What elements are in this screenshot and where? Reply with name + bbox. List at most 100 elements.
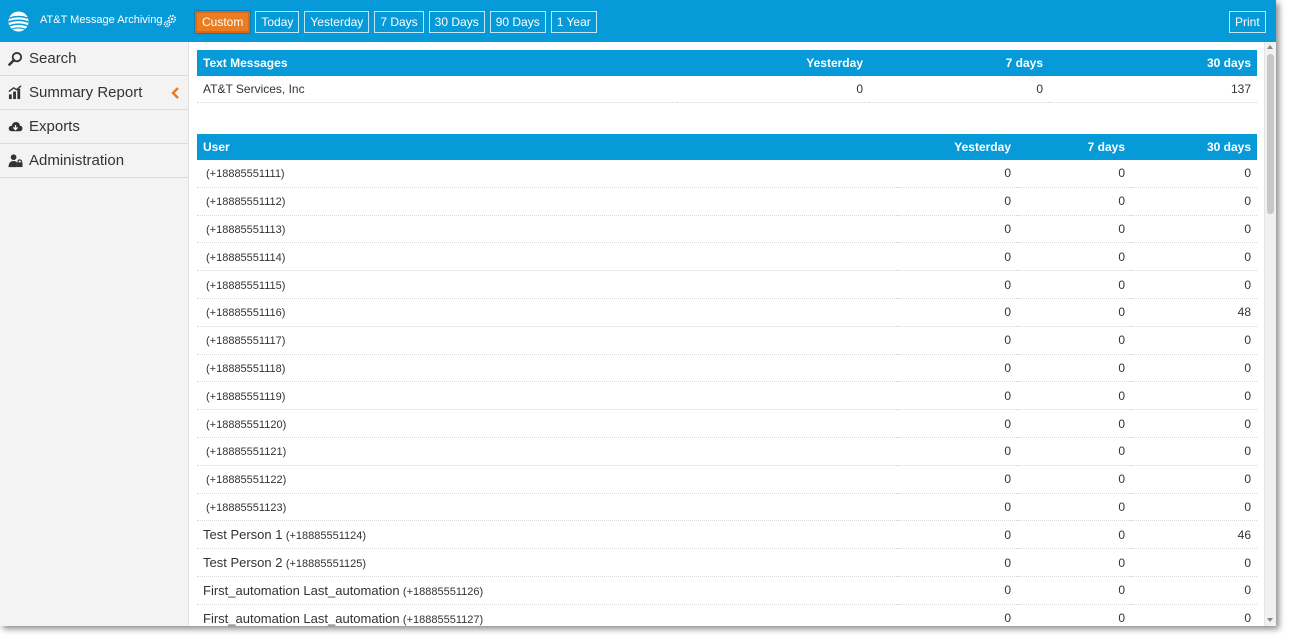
user-phone: (+18885551118) <box>206 362 286 375</box>
table-row[interactable]: Test Person 1 (+18885551124) 0 0 46 <box>197 520 1257 550</box>
30-days-cell: 0 <box>1131 465 1257 494</box>
table-row[interactable]: (+18885551118) 0 0 0 <box>197 354 1257 383</box>
user-phone: (+18885551113) <box>206 223 286 236</box>
scroll-down-arrow-icon[interactable] <box>1267 618 1273 622</box>
user-cell: (+18885551122) <box>197 465 897 494</box>
7-days-cell: 0 <box>1017 381 1131 411</box>
user-cell: (+18885551118) <box>197 354 897 383</box>
user-cell: (+18885551119) <box>197 381 897 411</box>
settings-gear-icon[interactable] <box>162 13 178 29</box>
7-days-cell: 0 <box>1017 604 1131 626</box>
range-7-days-button[interactable]: 7 Days <box>374 11 424 33</box>
app-title: AT&T Message Archiving <box>40 14 163 26</box>
user-cell: (+18885551112) <box>197 187 897 216</box>
table-row[interactable]: (+18885551113) 0 0 0 <box>197 215 1257 244</box>
date-range-buttons: Custom Today Yesterday 7 Days 30 Days 90… <box>195 11 597 33</box>
column-header[interactable]: Yesterday <box>677 50 869 76</box>
user-cell: (+18885551123) <box>197 493 897 522</box>
scrollbar-thumb[interactable] <box>1267 54 1274 214</box>
column-header[interactable]: 30 days <box>1131 134 1257 160</box>
column-header[interactable]: Yesterday <box>897 134 1017 160</box>
sidebar-item-administration[interactable]: Administration <box>0 144 188 178</box>
user-cell: (+18885551113) <box>197 215 897 244</box>
vertical-scrollbar[interactable] <box>1264 42 1276 626</box>
30-days-cell: 0 <box>1131 493 1257 522</box>
yesterday-cell: 0 <box>897 576 1017 605</box>
main-content: Text Messages Yesterday 7 days 30 days A… <box>189 42 1264 626</box>
table-row[interactable]: First_automation Last_automation (+18885… <box>197 576 1257 605</box>
7-days-cell: 0 <box>1017 437 1131 466</box>
30-days-cell: 0 <box>1131 326 1257 355</box>
print-button[interactable]: Print <box>1229 11 1266 33</box>
cloud-download-icon <box>8 121 23 132</box>
table-row[interactable]: (+18885551123) 0 0 0 <box>197 493 1257 522</box>
user-phone: (+18885551112) <box>206 196 286 209</box>
user-phone: (+18885551114) <box>206 251 286 264</box>
column-header[interactable]: 7 days <box>869 50 1049 76</box>
sidebar-item-summary-report[interactable]: Summary Report <box>0 76 188 110</box>
range-30-days-button[interactable]: 30 Days <box>428 11 485 33</box>
sidebar: Search Summary Report Exports Administra… <box>0 42 189 626</box>
sidebar-item-search[interactable]: Search <box>0 42 188 76</box>
column-header[interactable]: User <box>197 134 897 160</box>
sidebar-item-label: Administration <box>29 152 125 169</box>
30-days-cell: 46 <box>1131 520 1257 550</box>
yesterday-cell: 0 <box>897 298 1017 327</box>
table-row[interactable]: (+18885551116) 0 0 48 <box>197 298 1257 327</box>
column-header[interactable]: Text Messages <box>197 50 677 76</box>
table-row[interactable]: (+18885551111) 0 0 0 <box>197 160 1257 188</box>
user-phone: (+18885551119) <box>206 390 286 403</box>
user-cell: (+18885551115) <box>197 270 897 299</box>
yesterday-cell: 0 <box>897 187 1017 216</box>
user-cell: (+18885551120) <box>197 409 897 438</box>
7-days-cell: 0 <box>1017 215 1131 244</box>
range-90-days-button[interactable]: 90 Days <box>489 11 546 33</box>
sidebar-item-exports[interactable]: Exports <box>0 110 188 144</box>
user-phone: (+18885551125) <box>285 558 367 571</box>
range-yesterday-button[interactable]: Yesterday <box>304 11 370 33</box>
column-header[interactable]: 30 days <box>1049 50 1257 76</box>
7-days-cell: 0 <box>1017 298 1131 327</box>
table-row[interactable]: (+18885551112) 0 0 0 <box>197 187 1257 216</box>
30-days-cell: 0 <box>1131 160 1257 188</box>
bar-chart-icon <box>8 85 22 100</box>
user-cell: Test Person 2 (+18885551125) <box>197 548 897 577</box>
sidebar-item-label: Search <box>29 50 77 67</box>
users-table-body: (+18885551111) 0 0 0 (+18885551112) 0 0 0 (+1888… <box>197 160 1257 626</box>
user-phone: (+18885551126) <box>402 585 484 598</box>
org-name-cell: AT&T Services, Inc <box>197 76 677 103</box>
7-days-cell: 0 <box>1017 548 1131 577</box>
7-days-cell: 0 <box>1017 576 1131 605</box>
30-days-cell: 0 <box>1131 187 1257 216</box>
table-row[interactable]: (+18885551115) 0 0 0 <box>197 270 1257 299</box>
table-row[interactable]: (+18885551121) 0 0 0 <box>197 437 1257 466</box>
table-row[interactable]: (+18885551120) 0 0 0 <box>197 409 1257 438</box>
yesterday-cell: 0 <box>897 381 1017 411</box>
user-cell: (+18885551114) <box>197 242 897 272</box>
table-row[interactable]: First_automation Last_automation (+18885… <box>197 604 1257 626</box>
table-row[interactable]: (+18885551122) 0 0 0 <box>197 465 1257 494</box>
range-custom-button[interactable]: Custom <box>195 11 251 33</box>
range-today-button[interactable]: Today <box>255 11 300 33</box>
user-name: First_automation Last_automation <box>203 582 400 598</box>
table-row[interactable]: (+18885551114) 0 0 0 <box>197 242 1257 272</box>
7-days-cell: 0 <box>1017 409 1131 438</box>
yesterday-cell: 0 <box>897 354 1017 383</box>
scroll-up-arrow-icon[interactable] <box>1267 45 1273 49</box>
column-header[interactable]: 7 days <box>1017 134 1131 160</box>
range-1-year-button[interactable]: 1 Year <box>550 11 597 33</box>
table-row[interactable]: (+18885551117) 0 0 0 <box>197 326 1257 355</box>
yesterday-cell: 0 <box>897 270 1017 299</box>
user-phone: (+18885551122) <box>206 474 287 487</box>
30-days-cell: 0 <box>1131 548 1257 577</box>
user-phone: (+18885551117) <box>206 335 286 348</box>
search-icon <box>8 51 23 66</box>
yesterday-cell: 0 <box>677 76 869 103</box>
7-days-cell: 0 <box>869 76 1049 103</box>
table-row[interactable]: Test Person 2 (+18885551125) 0 0 0 <box>197 548 1257 577</box>
user-phone: (+18885551123) <box>206 501 287 514</box>
table-row[interactable]: (+18885551119) 0 0 0 <box>197 381 1257 411</box>
user-cell: (+18885551116) <box>197 298 897 327</box>
user-phone: (+18885551116) <box>206 307 286 320</box>
30-days-cell: 0 <box>1131 604 1257 626</box>
